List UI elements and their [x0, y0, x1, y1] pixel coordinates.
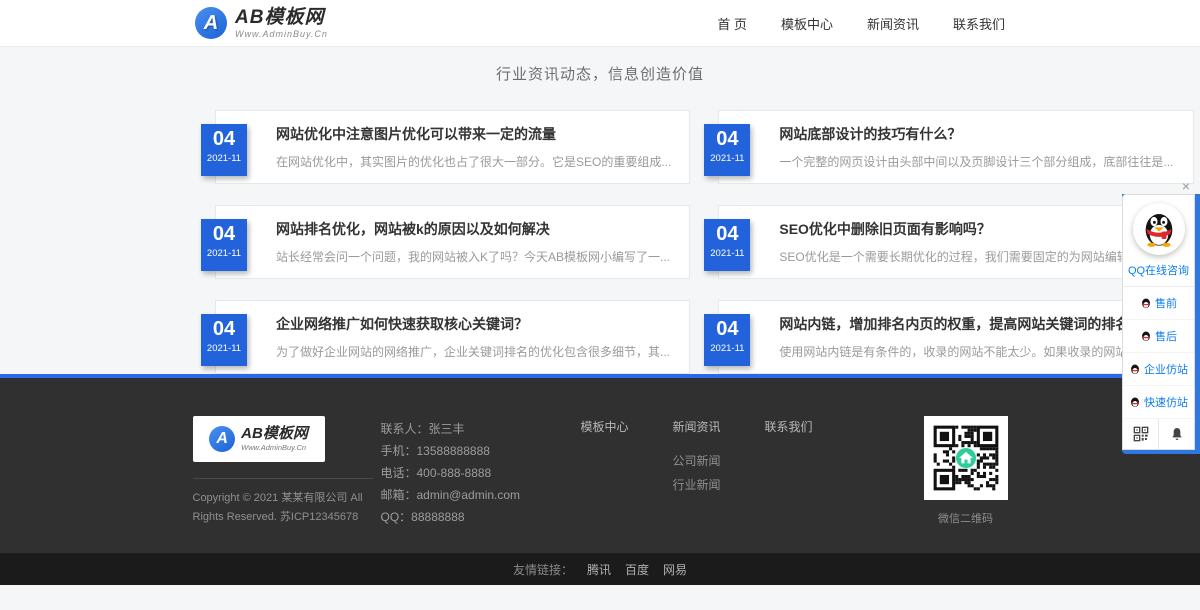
date-badge: 04 2021-11	[704, 219, 750, 271]
qq-panel-title: QQ在线咨询	[1123, 259, 1194, 287]
nav-item-templates[interactable]: 模板中心	[781, 14, 833, 33]
news-card[interactable]: 04 2021-11 网站底部设计的技巧有什么？ 一个完整的网页设计由头部中间以…	[718, 110, 1193, 184]
qq-mini-icon	[1140, 330, 1152, 342]
news-title-link[interactable]: 企业网络推广如何快速获取核心关键词？	[276, 314, 671, 334]
qq-mini-icon	[1129, 396, 1141, 408]
footer-logo-subtitle: Www.AdminBuy.Cn	[241, 443, 308, 452]
qq-mini-icon	[1140, 297, 1152, 309]
footer-logo-title: AB模板网	[241, 426, 308, 441]
date-month: 2021-11	[201, 343, 247, 355]
footer-link-company-news[interactable]: 公司新闻	[673, 449, 723, 473]
qq-item-label: 售后	[1155, 328, 1177, 344]
bell-icon[interactable]	[1158, 419, 1194, 449]
contact-qq: QQ：88888888	[381, 506, 581, 528]
friend-links-label: 友情链接：	[513, 561, 573, 578]
contact-phone: 电话：400-888-8888	[381, 462, 581, 484]
footer: A AB模板网 Www.AdminBuy.Cn Copyright © 2021…	[0, 374, 1200, 553]
copyright-line2: Rights Reserved. 苏ICP12345678	[193, 508, 381, 527]
date-day: 04	[201, 316, 247, 343]
qq-item-aftersale[interactable]: 售后	[1123, 320, 1194, 353]
logo-badge-icon: A	[195, 7, 227, 39]
date-day: 04	[704, 221, 750, 248]
news-title-link[interactable]: 网站优化中注意图片优化可以带来一定的流量	[276, 124, 671, 144]
friend-link-netease[interactable]: 网易	[663, 561, 687, 578]
news-grid: 04 2021-11 网站优化中注意图片优化可以带来一定的流量 在网站优化中，其…	[215, 110, 985, 374]
date-month: 2021-11	[704, 248, 750, 260]
qq-item-label: 快速仿站	[1144, 394, 1188, 410]
friend-links-bar: 友情链接： 腾讯 百度 网易	[0, 553, 1200, 585]
date-month: 2021-11	[201, 153, 247, 165]
footer-divider	[193, 478, 373, 479]
news-excerpt: SEO优化是一个需要长期优化的过程，我们需要固定的为网站编辑内容，...	[779, 248, 1174, 265]
news-excerpt: 为了做好企业网站的网络推广，企业关键词排名的优化包含很多细节，其...	[276, 343, 671, 360]
date-month: 2021-11	[704, 153, 750, 165]
date-day: 04	[201, 221, 247, 248]
news-title-link[interactable]: SEO优化中删除旧页面有影响吗？	[779, 219, 1174, 239]
contact-email: 邮箱：admin@admin.com	[381, 484, 581, 506]
news-excerpt: 使用网站内链是有条件的，收录的网站不能太少。如果收录的网站很少，...	[779, 343, 1174, 360]
qq-item-quick-clone[interactable]: 快速仿站	[1123, 386, 1194, 419]
friend-link-tencent[interactable]: 腾讯	[587, 561, 611, 578]
footer-link-columns: 模板中心 新闻资讯 公司新闻 行业新闻 联系我们	[581, 416, 815, 528]
nav-item-home[interactable]: 首 页	[717, 14, 747, 33]
qq-item-enterprise-clone[interactable]: 企业仿站	[1123, 353, 1194, 386]
news-title-link[interactable]: 网站内链，增加排名内页的权重，提高网站关键词的排名	[779, 314, 1174, 334]
qq-item-presale[interactable]: 售前	[1123, 287, 1194, 320]
contact-mobile: 手机：13588888888	[381, 440, 581, 462]
main-content: 行业资讯动态，信息创造价值 04 2021-11 网站优化中注意图片优化可以带来…	[0, 47, 1200, 374]
qq-penguin-icon	[1133, 203, 1185, 255]
header: A AB模板网 Www.AdminBuy.Cn 首 页 模板中心 新闻资讯 联系…	[0, 0, 1200, 47]
friend-link-baidu[interactable]: 百度	[625, 561, 649, 578]
copyright-line1: Copyright © 2021 某某有限公司 All	[193, 489, 381, 508]
news-excerpt: 在网站优化中，其实图片的优化也占了很大一部分。它是SEO的重要组成...	[276, 153, 671, 170]
date-day: 04	[704, 316, 750, 343]
qq-mini-icon	[1129, 363, 1141, 375]
date-badge: 04 2021-11	[704, 314, 750, 366]
date-month: 2021-11	[201, 248, 247, 260]
news-excerpt: 一个完整的网页设计由头部中间以及页脚设计三个部分组成，底部往往是...	[779, 153, 1174, 170]
main-nav: 首 页 模板中心 新闻资讯 联系我们	[717, 14, 1005, 33]
logo-title: AB模板网	[235, 8, 328, 27]
qq-service-panel: × QQ在线咨询	[1122, 178, 1200, 454]
close-icon[interactable]: ×	[1122, 178, 1200, 194]
footer-col-templates[interactable]: 模板中心	[581, 418, 631, 435]
date-day: 04	[704, 126, 750, 153]
news-excerpt: 站长经常会问一个问题，我的网站被入K了吗？今天AB模板网小编写了一...	[276, 248, 671, 265]
page-title: 行业资讯动态，信息创造价值	[0, 57, 1200, 84]
footer-col-news[interactable]: 新闻资讯	[673, 418, 723, 435]
date-badge: 04 2021-11	[201, 219, 247, 271]
contact-person: 联系人：张三丰	[381, 418, 581, 440]
date-badge: 04 2021-11	[201, 314, 247, 366]
footer-link-industry-news[interactable]: 行业新闻	[673, 473, 723, 497]
qq-item-label: 企业仿站	[1144, 361, 1188, 377]
date-badge: 04 2021-11	[704, 124, 750, 176]
qq-item-label: 售前	[1155, 295, 1177, 311]
news-card[interactable]: 04 2021-11 企业网络推广如何快速获取核心关键词？ 为了做好企业网站的网…	[215, 300, 690, 374]
wechat-qr-image	[924, 416, 1008, 500]
footer-logo-badge-icon: A	[209, 426, 235, 452]
news-title-link[interactable]: 网站底部设计的技巧有什么？	[779, 124, 1174, 144]
news-title-link[interactable]: 网站排名优化，网站被k的原因以及如何解决	[276, 219, 671, 239]
qr-caption: 微信二维码	[924, 510, 1008, 526]
date-badge: 04 2021-11	[201, 124, 247, 176]
nav-item-contact[interactable]: 联系我们	[953, 14, 1005, 33]
qrcode-icon[interactable]	[1123, 419, 1158, 449]
footer-col-contact[interactable]: 联系我们	[765, 418, 815, 435]
date-day: 04	[201, 126, 247, 153]
news-card[interactable]: 04 2021-11 网站优化中注意图片优化可以带来一定的流量 在网站优化中，其…	[215, 110, 690, 184]
site-logo[interactable]: A AB模板网 Www.AdminBuy.Cn	[195, 7, 328, 39]
footer-contact: 联系人：张三丰 手机：13588888888 电话：400-888-8888 邮…	[381, 416, 581, 528]
date-month: 2021-11	[704, 343, 750, 355]
news-card[interactable]: 04 2021-11 网站排名优化，网站被k的原因以及如何解决 站长经常会问一个…	[215, 205, 690, 279]
home-icon	[955, 448, 975, 468]
footer-logo[interactable]: A AB模板网 Www.AdminBuy.Cn	[193, 416, 325, 462]
nav-item-news[interactable]: 新闻资讯	[867, 14, 919, 33]
logo-subtitle: Www.AdminBuy.Cn	[235, 29, 328, 39]
